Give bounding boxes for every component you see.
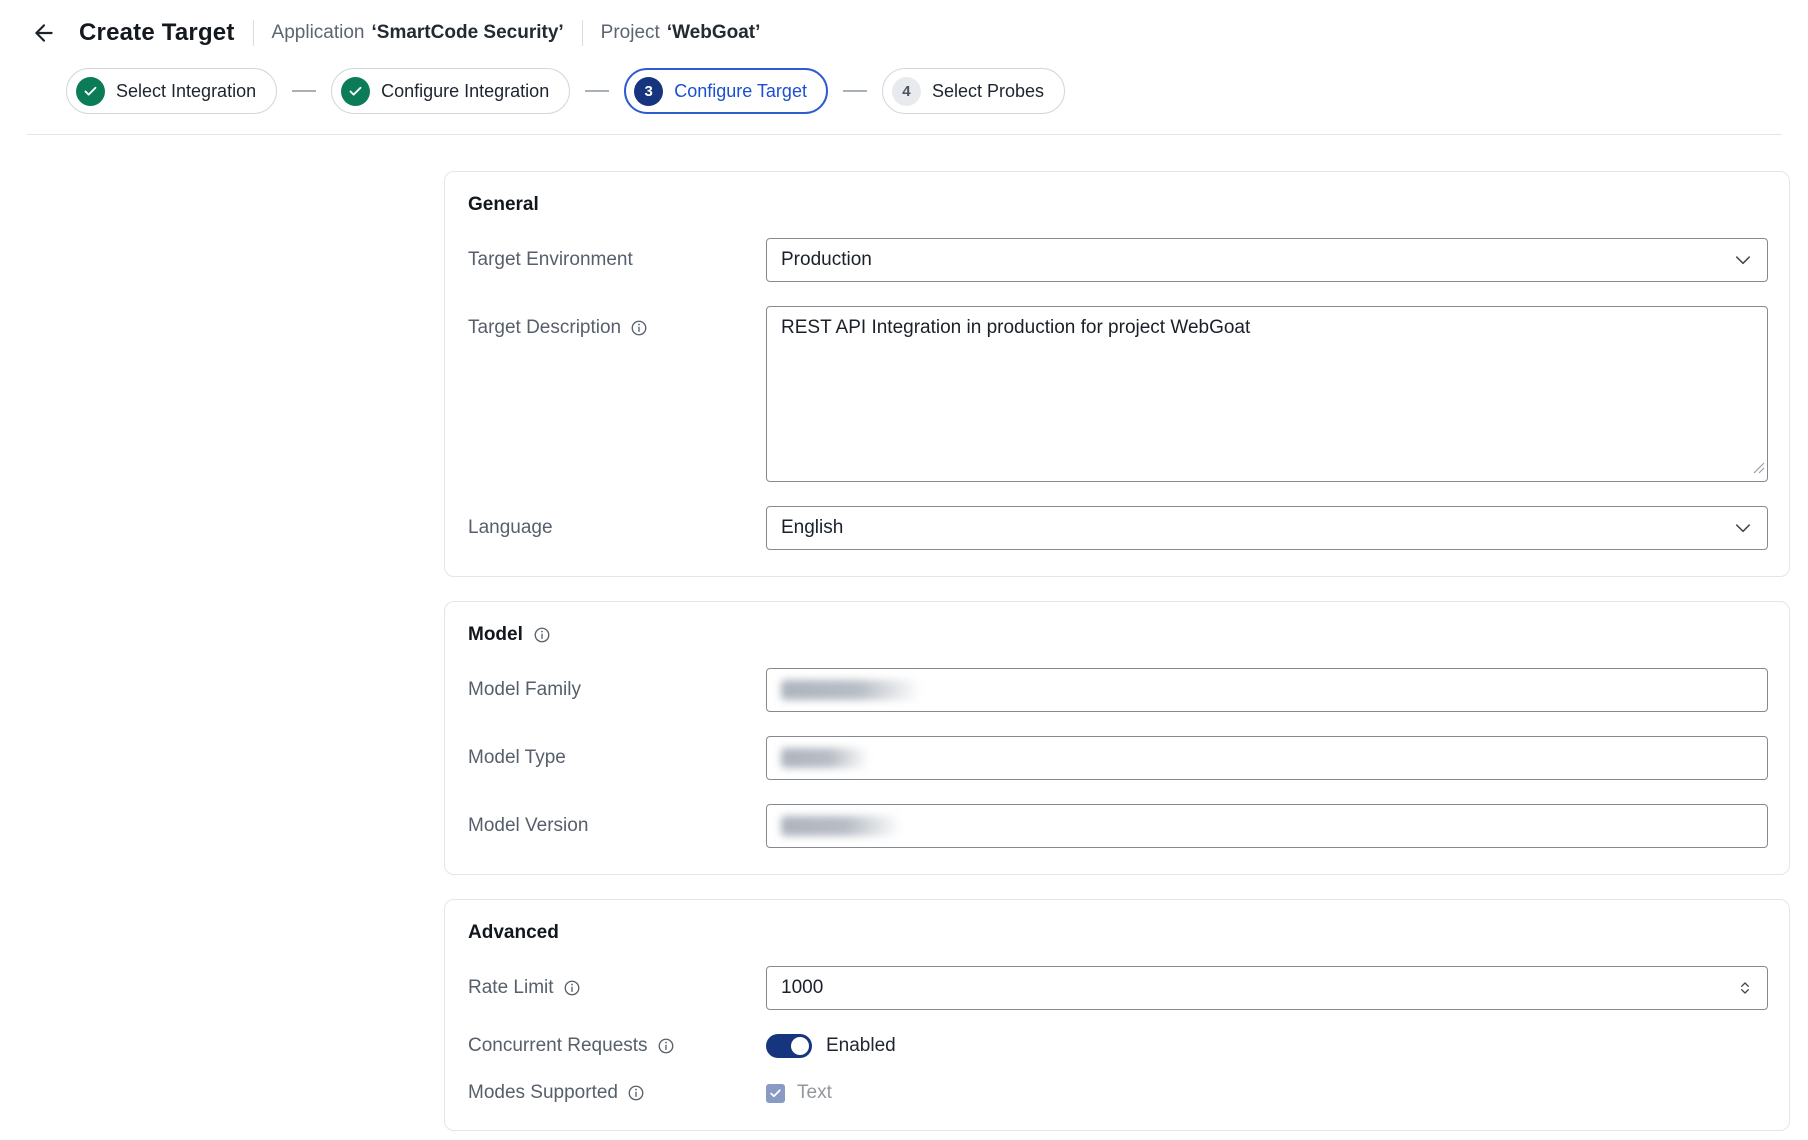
target-environment-row: Target Environment Production — [468, 238, 1768, 282]
target-environment-value: Production — [781, 249, 872, 271]
target-description-label: Target Description — [468, 317, 766, 339]
topbar: Create Target Application ‘SmartCode Sec… — [0, 0, 1808, 135]
model-type-input[interactable] — [766, 736, 1768, 780]
step-number: 3 — [634, 77, 663, 106]
redacted-value — [781, 816, 901, 836]
divider — [582, 20, 583, 46]
step-connector — [292, 90, 316, 92]
modes-supported-row: Modes Supported Text — [468, 1082, 1768, 1104]
step-label: Select Probes — [932, 81, 1044, 102]
modes-supported-label: Modes Supported — [468, 1082, 766, 1104]
info-icon — [627, 1084, 645, 1102]
model-section: Model Model Family Model Type — [444, 601, 1790, 875]
step-select-integration[interactable]: Select Integration — [66, 68, 277, 114]
step-configure-integration[interactable]: Configure Integration — [331, 68, 570, 114]
model-version-label: Model Version — [468, 815, 766, 837]
back-button[interactable] — [27, 16, 61, 50]
info-icon — [533, 626, 551, 644]
application-name: ‘SmartCode Security’ — [372, 22, 564, 44]
modes-text-label: Text — [797, 1082, 832, 1104]
step-connector — [843, 90, 867, 92]
project-label: Project — [601, 22, 660, 44]
chevron-down-icon — [1733, 250, 1753, 270]
info-icon — [630, 319, 648, 337]
check-icon — [76, 77, 105, 106]
page-title: Create Target — [79, 19, 235, 47]
model-family-input[interactable] — [766, 668, 1768, 712]
title-row: Create Target Application ‘SmartCode Sec… — [27, 16, 1782, 50]
model-title: Model — [468, 624, 523, 646]
step-label: Configure Integration — [381, 81, 549, 102]
info-icon — [563, 979, 581, 997]
arrow-left-icon — [31, 20, 57, 46]
step-configure-target[interactable]: 3 Configure Target — [624, 68, 828, 114]
rate-limit-label: Rate Limit — [468, 977, 766, 999]
model-type-label: Model Type — [468, 747, 766, 769]
concurrent-requests-row: Concurrent Requests Enabled — [468, 1034, 1768, 1058]
target-environment-select[interactable]: Production — [766, 238, 1768, 282]
target-description-textarea[interactable]: REST API Integration in production for p… — [766, 306, 1768, 482]
form-area: General Target Environment Production — [444, 171, 1790, 1131]
breadcrumb-application: Application ‘SmartCode Security’ — [272, 22, 564, 44]
advanced-section: Advanced Rate Limit 1000 — [444, 899, 1790, 1131]
modes-text-checkbox[interactable] — [766, 1084, 785, 1103]
rate-limit-row: Rate Limit 1000 — [468, 966, 1768, 1010]
concurrent-requests-label: Concurrent Requests — [468, 1035, 766, 1057]
header-divider — [27, 134, 1782, 135]
step-number: 4 — [892, 77, 921, 106]
language-select[interactable]: English — [766, 506, 1768, 550]
model-family-row: Model Family — [468, 668, 1768, 712]
language-value: English — [781, 517, 843, 539]
language-row: Language English — [468, 506, 1768, 550]
number-stepper-icon[interactable] — [1737, 978, 1753, 998]
concurrent-requests-toggle[interactable] — [766, 1034, 812, 1058]
general-title: General — [468, 194, 539, 216]
concurrent-requests-state: Enabled — [826, 1035, 896, 1057]
breadcrumb-project: Project ‘WebGoat’ — [601, 22, 761, 44]
model-version-row: Model Version — [468, 804, 1768, 848]
target-description-row: Target Description REST API Integration … — [468, 306, 1768, 482]
language-label: Language — [468, 517, 766, 539]
step-select-probes[interactable]: 4 Select Probes — [882, 68, 1065, 114]
model-type-row: Model Type — [468, 736, 1768, 780]
step-label: Configure Target — [674, 81, 807, 102]
project-name: ‘WebGoat’ — [667, 22, 761, 44]
step-connector — [585, 90, 609, 92]
create-target-page: Create Target Application ‘SmartCode Sec… — [0, 0, 1808, 1131]
check-icon — [769, 1087, 782, 1100]
redacted-value — [781, 680, 921, 700]
rate-limit-input[interactable]: 1000 — [766, 966, 1768, 1010]
target-environment-label: Target Environment — [468, 249, 766, 271]
info-icon — [657, 1037, 675, 1055]
model-family-label: Model Family — [468, 679, 766, 701]
toggle-knob — [791, 1037, 809, 1055]
advanced-title: Advanced — [468, 922, 559, 944]
check-icon — [341, 77, 370, 106]
general-section: General Target Environment Production — [444, 171, 1790, 577]
rate-limit-value: 1000 — [781, 977, 823, 999]
divider — [253, 20, 254, 46]
redacted-value — [781, 748, 869, 768]
application-label: Application — [272, 22, 365, 44]
stepper: Select Integration Configure Integration… — [66, 68, 1782, 114]
step-label: Select Integration — [116, 81, 256, 102]
model-version-input[interactable] — [766, 804, 1768, 848]
chevron-down-icon — [1733, 518, 1753, 538]
